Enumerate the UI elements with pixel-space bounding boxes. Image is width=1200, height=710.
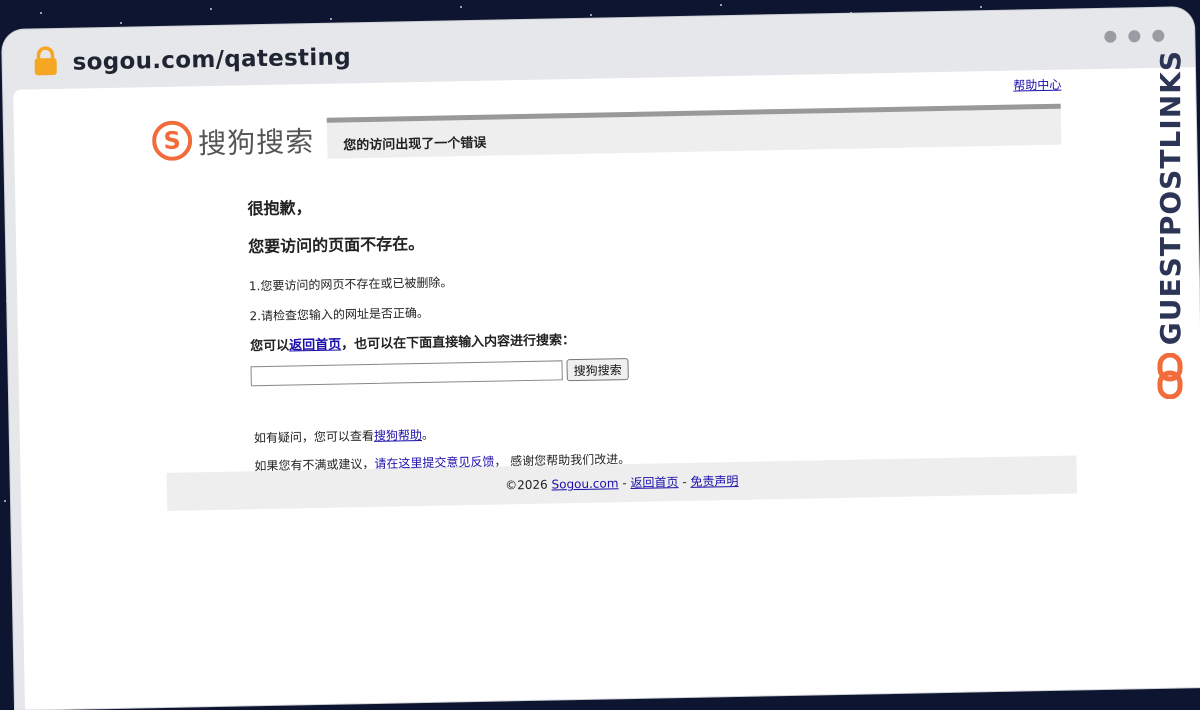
footer-disclaimer-link[interactable]: 免责声明 [690, 474, 738, 489]
sogou-help-link[interactable]: 搜狗帮助 [374, 428, 422, 443]
prompt-prefix: 您可以 [249, 338, 290, 355]
error-header-message: 您的访问出现了一个错误 [343, 135, 487, 154]
search-row: 搜狗搜索 [250, 358, 629, 387]
sogou-logo[interactable]: S 搜狗搜索 [152, 118, 315, 165]
window-dot[interactable] [1152, 29, 1165, 42]
sogou-search-button[interactable]: 搜狗搜索 [566, 358, 629, 382]
question-prefix: 如有疑问，您可以查看 [253, 428, 375, 446]
error-content: 很抱歉， 您要访问的页面不存在。 1.您要访问的网页不存在或已被删除。 2.请检… [247, 182, 947, 473]
footer-copyright: ©2026 [505, 477, 552, 493]
window-controls [1104, 29, 1165, 43]
brand-text: GUESTPOSTLINKS [1153, 50, 1187, 346]
footer-separator: - [618, 476, 631, 491]
window-dot[interactable] [1128, 30, 1141, 43]
page-viewport: 帮助中心 S 搜狗搜索 您的访问出现了一个错误 很抱歉， 您要访问的页面不存在。… [13, 67, 1200, 710]
footer-sogou-link[interactable]: Sogou.com [551, 476, 618, 491]
prompt-suffix: ，也可以在下面直接输入内容进行搜索： [340, 333, 576, 353]
logo-text: 搜狗搜索 [197, 125, 315, 161]
help-question-line: 如有疑问，您可以查看搜狗帮助。 [254, 426, 434, 446]
browser-window: sogou.com/qatesting 帮助中心 S 搜狗搜索 您的访问出现了一… [2, 7, 1200, 710]
footer-separator: - [678, 474, 691, 490]
reason-line-2: 2.请检查您输入的网址是否正确。 [249, 305, 430, 324]
back-home-link[interactable]: 返回首页 [289, 338, 341, 354]
page-not-exist-heading: 您要访问的页面不存在。 [248, 233, 425, 257]
window-dot[interactable] [1104, 30, 1117, 43]
reason-line-1: 1.您要访问的网页不存在或已被删除。 [248, 275, 453, 294]
footer-home-link[interactable]: 返回首页 [630, 475, 678, 490]
sorry-heading: 很抱歉， [247, 198, 312, 219]
url-text[interactable]: sogou.com/qatesting [72, 44, 351, 75]
guestpostlinks-watermark: GUESTPOSTLINKS [1140, 50, 1200, 400]
chain-link-icon [1155, 352, 1185, 403]
svg-text:S: S [163, 127, 181, 155]
search-prompt: 您可以返回首页，也可以在下面直接输入内容进行搜索： [250, 329, 575, 354]
help-center-link[interactable]: 帮助中心 [1013, 76, 1061, 94]
question-suffix: 。 [421, 427, 435, 443]
error-header-bar: 您的访问出现了一个错误 [326, 103, 1062, 159]
search-input[interactable] [250, 360, 563, 387]
sogou-s-icon: S [152, 120, 193, 165]
address-bar[interactable]: sogou.com/qatesting [32, 39, 351, 81]
lock-icon [32, 46, 59, 80]
